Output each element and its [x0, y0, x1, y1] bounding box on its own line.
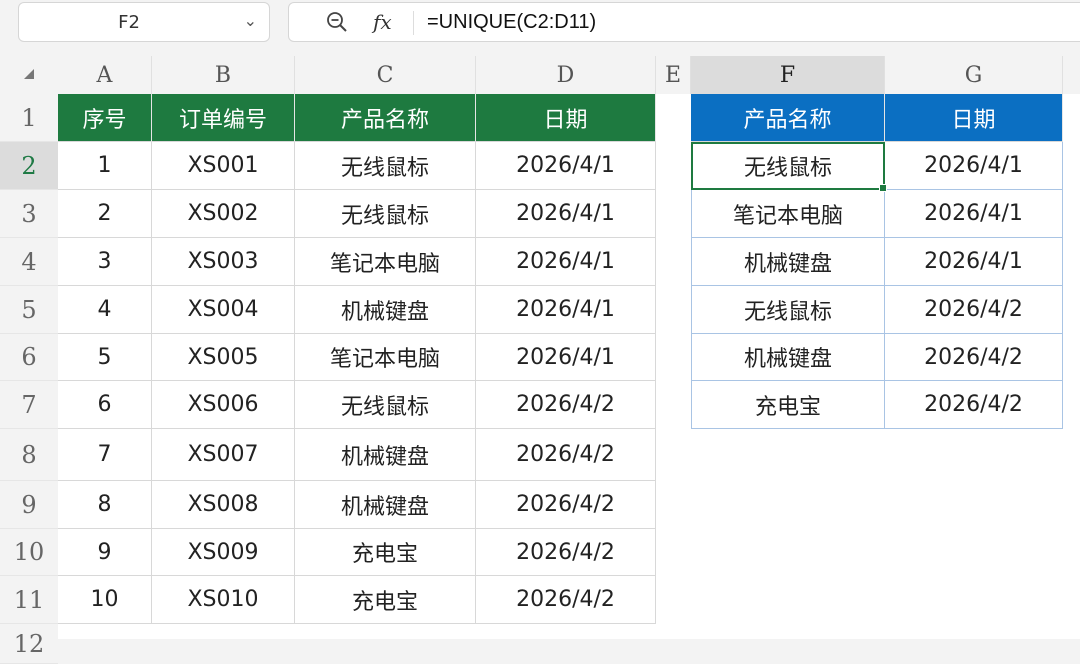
zoom-out-icon[interactable]	[325, 10, 349, 34]
table-cell[interactable]: 2026/4/2	[476, 429, 656, 481]
column-header-e[interactable]: E	[656, 56, 691, 94]
header-cell[interactable]: 订单编号	[152, 94, 295, 142]
table-cell[interactable]: 充电宝	[295, 529, 476, 576]
table-cell[interactable]: 2026/4/2	[476, 381, 656, 429]
column-header-c[interactable]: C	[295, 56, 476, 94]
header-cell[interactable]: 日期	[885, 94, 1063, 142]
column-header-a[interactable]: A	[58, 56, 152, 94]
table-cell[interactable]: 机械键盘	[295, 429, 476, 481]
table-cell[interactable]: XS010	[152, 576, 295, 624]
table-cell[interactable]: 8	[58, 481, 152, 529]
row-header-4[interactable]: 4	[0, 238, 58, 286]
table-cell[interactable]: 4	[58, 286, 152, 334]
table-cell[interactable]: 无线鼠标	[295, 142, 476, 190]
table-cell[interactable]: XS004	[152, 286, 295, 334]
row-header-12[interactable]: 12	[0, 624, 58, 664]
table-cell[interactable]: 2026/4/2	[476, 576, 656, 624]
table-cell[interactable]: 2026/4/2	[476, 529, 656, 576]
row-header-3[interactable]: 3	[0, 190, 58, 238]
row-header-7[interactable]: 7	[0, 381, 58, 429]
table-cell[interactable]: 2026/4/2	[476, 481, 656, 529]
table-cell[interactable]: 机械键盘	[295, 481, 476, 529]
table-cell[interactable]: XS002	[152, 190, 295, 238]
table-cell[interactable]: 2026/4/1	[476, 142, 656, 190]
cell-reference: F2	[118, 12, 140, 33]
table-cell[interactable]: 7	[58, 429, 152, 481]
row-header-11[interactable]: 11	[0, 576, 58, 624]
table-cell[interactable]: 笔记本电脑	[295, 238, 476, 286]
function-icon[interactable]: fx	[373, 10, 392, 34]
table-cell[interactable]: XS001	[152, 142, 295, 190]
table-cell[interactable]: 2026/4/1	[476, 190, 656, 238]
result-cell[interactable]: 2026/4/2	[885, 381, 1063, 429]
result-cell[interactable]: 无线鼠标	[691, 286, 885, 334]
formula-input[interactable]: =UNIQUE(C2:D11)	[427, 11, 596, 34]
select-all-corner[interactable]	[0, 56, 58, 94]
divider	[413, 11, 414, 35]
name-box[interactable]: F2 ⌄	[18, 2, 270, 42]
row-header-10[interactable]: 10	[0, 529, 58, 576]
result-cell[interactable]: 笔记本电脑	[691, 190, 885, 238]
table-cell[interactable]: 5	[58, 334, 152, 381]
table-cell[interactable]: XS005	[152, 334, 295, 381]
table-cell[interactable]: 2	[58, 190, 152, 238]
row-header-6[interactable]: 6	[0, 334, 58, 381]
header-cell[interactable]: 产品名称	[691, 94, 885, 142]
table-cell[interactable]: 无线鼠标	[295, 190, 476, 238]
column-header-d[interactable]: D	[476, 56, 656, 94]
row-header-2[interactable]: 2	[0, 142, 58, 190]
table-cell[interactable]: 2026/4/1	[476, 238, 656, 286]
column-header-f[interactable]: F	[691, 56, 885, 94]
table-cell[interactable]: XS007	[152, 429, 295, 481]
row-header-1[interactable]: 1	[0, 94, 58, 142]
table-cell[interactable]: 1	[58, 142, 152, 190]
header-cell[interactable]: 日期	[476, 94, 656, 142]
result-cell[interactable]: 2026/4/2	[885, 334, 1063, 381]
select-all-icon	[24, 69, 34, 79]
table-cell[interactable]: XS006	[152, 381, 295, 429]
table-cell[interactable]: 机械键盘	[295, 286, 476, 334]
table-cell[interactable]: 2026/4/1	[476, 286, 656, 334]
result-cell[interactable]: 机械键盘	[691, 238, 885, 286]
result-cell[interactable]: 充电宝	[691, 381, 885, 429]
worksheet-grid[interactable]: 序号 订单编号 产品名称 日期 1 XS001 无线鼠标 2026/4/1 2 XS002 无线鼠标…	[58, 94, 1080, 639]
table-cell[interactable]: 3	[58, 238, 152, 286]
result-cell[interactable]: 2026/4/1	[885, 238, 1063, 286]
result-cell[interactable]: 无线鼠标	[691, 142, 885, 190]
result-cell[interactable]: 2026/4/1	[885, 190, 1063, 238]
table-cell[interactable]: 9	[58, 529, 152, 576]
table-cell[interactable]: 6	[58, 381, 152, 429]
result-cell[interactable]: 2026/4/2	[885, 286, 1063, 334]
table-cell[interactable]: XS008	[152, 481, 295, 529]
table-cell[interactable]: 充电宝	[295, 576, 476, 624]
table-cell[interactable]: XS003	[152, 238, 295, 286]
column-header-b[interactable]: B	[152, 56, 295, 94]
table-cell[interactable]: 2026/4/1	[476, 334, 656, 381]
table-cell[interactable]: 无线鼠标	[295, 381, 476, 429]
chevron-down-icon[interactable]: ⌄	[244, 11, 257, 30]
result-cell[interactable]: 2026/4/1	[885, 142, 1063, 190]
table-cell[interactable]: 笔记本电脑	[295, 334, 476, 381]
row-header-5[interactable]: 5	[0, 286, 58, 334]
table-cell[interactable]: 10	[58, 576, 152, 624]
header-cell[interactable]: 产品名称	[295, 94, 476, 142]
column-header-g[interactable]: G	[885, 56, 1063, 94]
result-cell[interactable]: 机械键盘	[691, 334, 885, 381]
table-cell[interactable]: XS009	[152, 529, 295, 576]
header-cell[interactable]: 序号	[58, 94, 152, 142]
row-header-9[interactable]: 9	[0, 481, 58, 529]
row-header-8[interactable]: 8	[0, 429, 58, 481]
formula-bar[interactable]: fx =UNIQUE(C2:D11)	[288, 2, 1080, 42]
